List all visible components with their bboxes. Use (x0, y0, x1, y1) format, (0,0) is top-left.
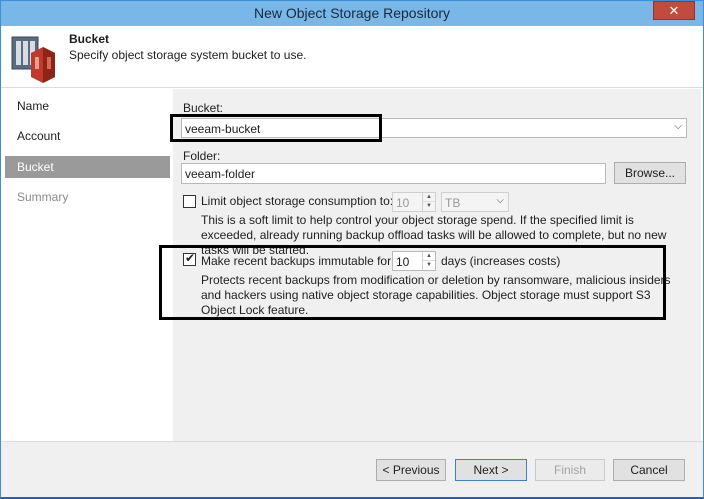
cancel-button[interactable]: Cancel (613, 459, 685, 481)
bucket-label: Bucket: (183, 101, 224, 115)
folder-label: Folder: (183, 149, 221, 163)
wizard-header: Bucket Specify object storage system buc… (1, 26, 703, 88)
sidebar-item-summary: Summary (17, 190, 69, 204)
limit-storage-label: Limit object storage consumption to: (201, 194, 394, 208)
dialog-window: New Object Storage Repository ✕ Bucket S… (0, 0, 704, 499)
browse-button[interactable]: Browse... (614, 162, 686, 184)
limit-storage-checkbox[interactable] (183, 195, 196, 208)
sidebar-item-name[interactable]: Name (5, 95, 170, 117)
limit-unit-value: TB (445, 196, 461, 210)
chevron-down-icon[interactable]: ⌵ (674, 121, 682, 132)
limit-value-stepper: 10 ▲ ▼ (392, 192, 436, 212)
sidebar-item-account[interactable]: Account (5, 125, 170, 147)
close-button[interactable]: ✕ (653, 1, 695, 20)
immutable-highlight-box (159, 245, 666, 320)
close-icon: ✕ (668, 3, 680, 18)
finish-button: Finish (535, 459, 605, 481)
sidebar-item-bucket[interactable]: Bucket (5, 156, 170, 178)
next-button[interactable]: Next > (455, 459, 527, 481)
wizard-steps: Name Account Bucket Summary (1, 89, 171, 439)
limit-unit-dropdown: TB ⌵ (441, 192, 509, 212)
title-bar[interactable]: New Object Storage Repository ✕ (1, 1, 703, 26)
chevron-down-icon: ▼ (426, 203, 432, 209)
step-subtitle: Specify object storage system bucket to … (69, 48, 307, 62)
wizard-footer: < Previous Next > Finish Cancel (1, 441, 703, 497)
previous-button[interactable]: < Previous (376, 459, 446, 481)
window-title: New Object Storage Repository (253, 5, 451, 21)
limit-stepper-buttons: ▲ ▼ (422, 193, 435, 211)
chevron-up-icon: ▲ (423, 193, 435, 202)
object-storage-repository-icon (11, 36, 55, 83)
folder-field[interactable]: veeam-folder (181, 163, 606, 184)
step-title: Bucket (69, 32, 110, 46)
chevron-down-icon: ⌵ (496, 195, 504, 206)
folder-value: veeam-folder (185, 167, 256, 181)
limit-value: 10 (396, 196, 410, 210)
bucket-highlight-box (170, 114, 382, 142)
